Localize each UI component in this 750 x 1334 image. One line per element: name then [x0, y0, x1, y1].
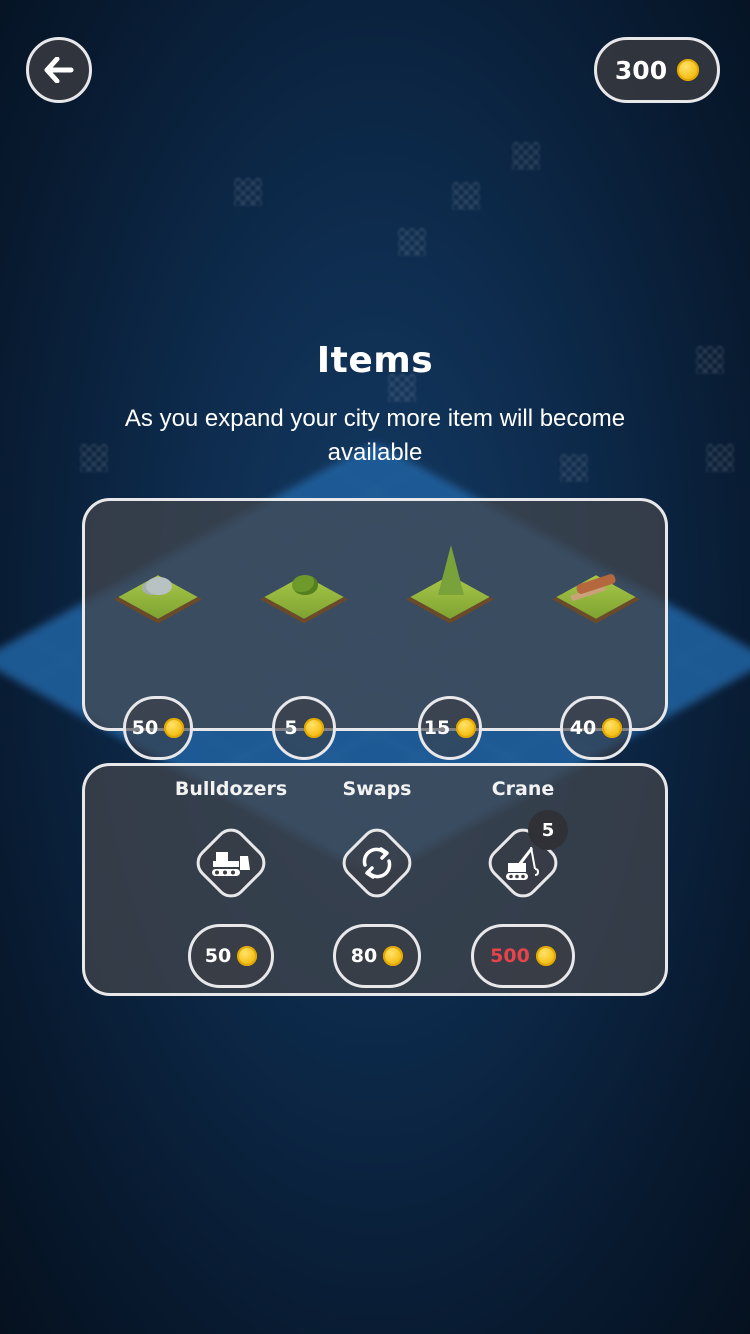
tools-panel: Bulldozers 50 Swaps 80 Crane 5 500	[82, 763, 668, 996]
coin-icon	[677, 59, 700, 81]
tool-bulldozers[interactable]: Bulldozers 50	[156, 778, 306, 988]
tool-price-value: 500	[490, 945, 530, 967]
item-price-button[interactable]: 5	[272, 696, 336, 760]
tool-price-value: 50	[204, 945, 232, 967]
back-button[interactable]	[26, 37, 92, 103]
coin-icon	[602, 718, 623, 738]
tool-price-button[interactable]: 500	[471, 924, 575, 988]
item-logs[interactable]: 40	[526, 551, 666, 760]
background-particle	[452, 182, 480, 210]
bush-tile-icon	[262, 551, 346, 635]
item-price-button[interactable]: 40	[560, 696, 632, 760]
swap-icon	[362, 847, 392, 879]
tool-crane[interactable]: Crane 5 500	[448, 778, 598, 988]
background-particle	[234, 178, 262, 206]
coin-icon	[535, 946, 556, 966]
tool-button[interactable]: 5	[481, 810, 568, 905]
item-price-value: 50	[131, 717, 159, 739]
crane-count-badge: 5	[528, 810, 568, 850]
tree-tile-icon	[408, 545, 492, 635]
item-price-value: 5	[284, 717, 298, 739]
items-panel: 50 5 15 40	[82, 498, 668, 760]
tool-price-button[interactable]: 50	[188, 924, 274, 988]
item-rock[interactable]: 50	[88, 551, 228, 760]
tool-label: Swaps	[342, 778, 412, 800]
background-particle	[512, 142, 540, 170]
tool-label: Crane	[491, 778, 555, 800]
coin-icon	[383, 946, 404, 966]
tool-label: Bulldozers	[174, 778, 288, 800]
arrow-left-icon	[44, 57, 74, 83]
tool-button[interactable]	[335, 821, 419, 905]
page-subtitle: As you expand your city more item will b…	[124, 405, 626, 466]
rock-tile-icon	[116, 551, 200, 635]
coin-icon	[164, 718, 185, 738]
coin-icon	[456, 718, 477, 738]
item-price-button[interactable]: 50	[123, 696, 193, 760]
item-tree[interactable]: 15	[380, 545, 520, 760]
crane-icon	[506, 846, 540, 880]
coin-balance: 300	[594, 37, 720, 103]
item-bush[interactable]: 5	[234, 551, 374, 760]
item-price-button[interactable]: 15	[418, 696, 482, 760]
coin-icon	[303, 718, 324, 738]
background-particle	[706, 444, 734, 472]
logs-tile-icon	[554, 551, 638, 635]
coin-balance-value: 300	[614, 55, 668, 85]
item-price-value: 15	[423, 717, 451, 739]
page-title: Items	[316, 340, 434, 381]
tool-swaps[interactable]: Swaps 80	[302, 778, 452, 988]
tool-price-button[interactable]: 80	[333, 924, 421, 988]
tool-price-value: 80	[350, 945, 378, 967]
bulldozer-icon	[212, 852, 250, 876]
tool-button[interactable]	[189, 821, 273, 905]
coin-icon	[237, 946, 258, 966]
item-price-value: 40	[569, 717, 597, 739]
background-particle	[398, 228, 426, 256]
